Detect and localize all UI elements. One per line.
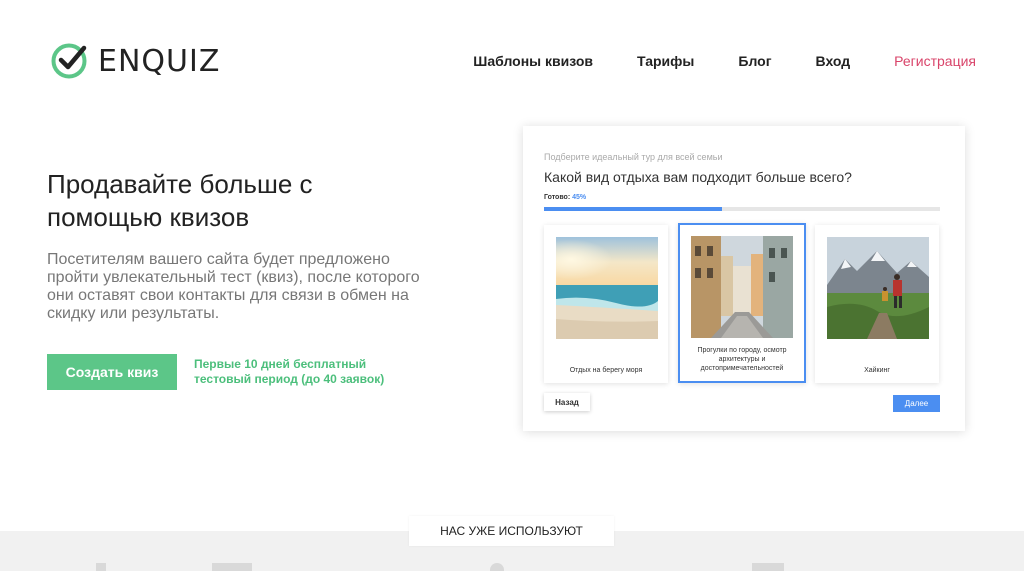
progress-bar [544,207,940,211]
progress-percent: 45% [572,194,587,201]
nav-login[interactable]: Вход [816,53,851,69]
hero-description: Посетителям вашего сайта будет предложен… [47,251,420,322]
nav-pricing[interactable]: Тарифы [637,53,694,69]
site-header: ENQUIZ Шаблоны квизов Тарифы Блог Вход Р… [0,0,1024,120]
option-label-hiking: Хайкинг [864,367,890,374]
next-button[interactable]: Далее [893,395,940,412]
quiz-question: Какой вид отдыха вам подходит больше все… [544,169,852,185]
nav-quiz-templates[interactable]: Шаблоны квизов [473,53,593,69]
option-label-beach: Отдых на берегу моря [569,367,643,374]
main-nav: Шаблоны квизов Тарифы Блог Вход Регистра… [473,53,976,69]
logo[interactable]: ENQUIZ [50,42,220,80]
checkmark-logo-icon [51,43,87,79]
client-logo [96,563,106,571]
create-quiz-button[interactable]: Создать квиз [47,354,177,390]
clients-badge: НАС УЖЕ ИСПОЛЬЗУЮТ [409,516,614,546]
quiz-preview: Подберите идеальный тур для всей семьи К… [523,126,965,431]
option-card-hiking[interactable]: Хайкинг [815,225,939,383]
old-town-street-image [691,236,793,338]
logo-text: ENQUIZ [98,43,221,79]
trial-note: Первые 10 дней бесплатный тестовый перио… [194,357,385,386]
client-logo [490,563,504,571]
client-logo [752,563,784,571]
nav-blog[interactable]: Блог [738,53,771,69]
ready-label: Готово: [544,194,571,201]
quiz-subtitle: Подберите идеальный тур для всей семьи [544,152,723,162]
option-label-city: Прогулки по городу, осмотр архитектуры и… [697,347,787,372]
nav-register[interactable]: Регистрация [894,53,976,69]
hero-title: Продавайте больше с помощью квизов [47,169,313,232]
progress-label: Готово: 45% [544,194,586,201]
progress-fill [544,207,723,211]
beach-image [556,237,658,339]
option-card-beach[interactable]: Отдых на берегу моря [544,225,668,383]
client-logo [212,563,252,571]
back-button[interactable]: Назад [544,393,590,411]
mountain-hiking-image [827,237,929,339]
option-card-city[interactable]: Прогулки по городу, осмотр архитектуры и… [678,223,806,383]
